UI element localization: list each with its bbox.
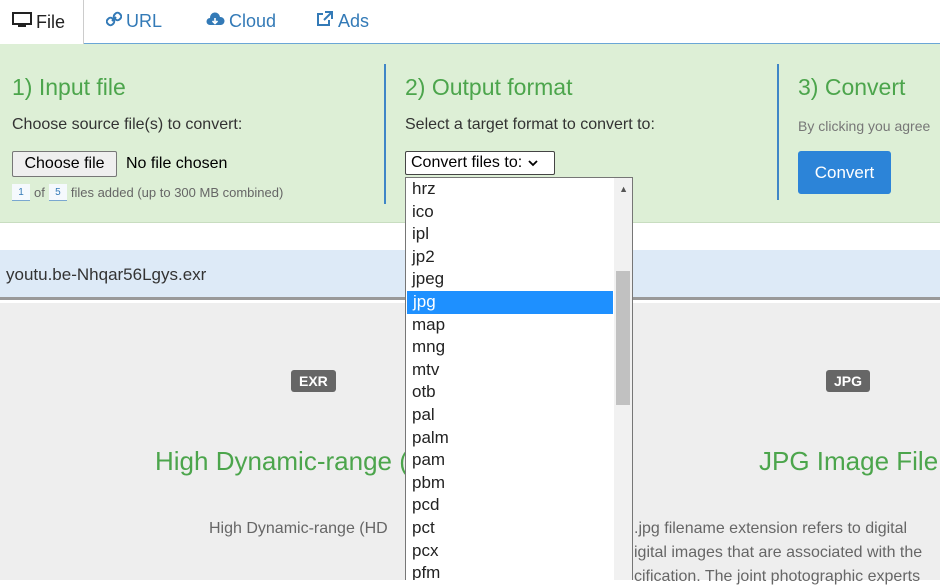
format-option-pal[interactable]: pal xyxy=(406,404,606,427)
step-input-title: 1) Input file xyxy=(12,74,126,100)
file-count: 1 of 5 files added (up to 300 MB combine… xyxy=(12,184,283,201)
exr-badge: EXR xyxy=(291,370,336,392)
format-dropdown-list[interactable]: hrz ico ipl jp2 jpeg jpg map mng mtv otb pal palm pa… xyxy=(405,177,633,580)
tab-url[interactable]: URL xyxy=(105,0,163,43)
jpg-badge: JPG xyxy=(826,370,871,392)
format-option-ipl[interactable]: ipl xyxy=(406,223,606,246)
tab-file-label: File xyxy=(36,11,66,32)
jpg-description-line-2: igital images that are associated with t… xyxy=(634,544,923,561)
format-option-mng[interactable]: mng xyxy=(406,336,606,359)
exr-title: High Dynamic-range ( xyxy=(155,446,408,476)
scroll-up-icon[interactable]: ▲ xyxy=(619,184,628,194)
link-icon xyxy=(105,11,123,32)
tab-cloud[interactable]: Cloud xyxy=(205,0,276,43)
cloud-download-icon xyxy=(205,11,225,32)
format-option-map[interactable]: map xyxy=(406,314,606,337)
scrollbar-thumb[interactable] xyxy=(616,271,630,405)
no-file-chosen-label: No file chosen xyxy=(126,155,228,172)
tab-bar: File URL Cloud Ads xyxy=(0,0,940,44)
format-select-value: Convert files to: xyxy=(411,154,523,171)
chevron-down-icon xyxy=(528,156,538,170)
format-option-jpg[interactable]: jpg xyxy=(407,290,613,314)
choose-file-button[interactable]: Choose file xyxy=(12,151,117,177)
format-select[interactable]: Convert files to: xyxy=(405,151,555,175)
external-link-icon xyxy=(316,11,334,32)
format-option-pct[interactable]: pct xyxy=(406,517,606,540)
step-output-text: Select a target format to convert to: xyxy=(405,116,655,133)
format-options: hrz ico ipl jp2 jpeg jpg map mng mtv otb pal palm pa… xyxy=(406,178,632,580)
format-option-ico[interactable]: ico xyxy=(406,201,606,224)
jpg-title: JPG Image File xyxy=(759,446,939,476)
tab-ads-label: Ads xyxy=(338,11,370,31)
monitor-icon xyxy=(12,11,32,33)
tab-cloud-label: Cloud xyxy=(229,11,277,31)
column-divider xyxy=(384,64,386,204)
dropdown-scrollbar[interactable]: ▲ xyxy=(614,178,632,580)
format-option-jpeg[interactable]: jpeg xyxy=(406,268,606,291)
format-option-pam[interactable]: pam xyxy=(406,449,606,472)
tab-file[interactable]: File xyxy=(0,0,84,44)
step-convert-title: 3) Convert xyxy=(798,74,906,100)
agree-text: By clicking you agree xyxy=(798,118,931,134)
format-option-pbm[interactable]: pbm xyxy=(406,472,606,495)
format-option-jp2[interactable]: jp2 xyxy=(406,246,606,269)
file-name: youtu.be-Nhqar56Lgys.exr xyxy=(6,265,207,284)
jpg-description-line-1: .jpg filename extension refers to digita… xyxy=(634,520,908,537)
format-option-pcx[interactable]: pcx xyxy=(406,540,606,563)
format-option-pfm[interactable]: pfm xyxy=(406,562,606,580)
file-count-current: 1 xyxy=(12,184,30,201)
jpg-description-line-3: cification. The joint photographic exper… xyxy=(634,568,921,585)
exr-description: High Dynamic-range (HD xyxy=(209,520,388,537)
column-divider xyxy=(777,64,779,200)
step-input-text: Choose source file(s) to convert: xyxy=(12,116,243,133)
tab-url-label: URL xyxy=(126,11,163,31)
format-option-pcd[interactable]: pcd xyxy=(406,494,606,517)
file-count-of: of xyxy=(34,185,45,200)
file-count-suffix: files added (up to 300 MB combined) xyxy=(70,185,284,200)
file-count-total: 5 xyxy=(48,184,67,201)
tab-ads[interactable]: Ads xyxy=(316,0,369,43)
convert-button[interactable]: Convert xyxy=(798,151,891,194)
step-output-title: 2) Output format xyxy=(405,74,573,100)
format-option-hrz[interactable]: hrz xyxy=(406,178,606,201)
format-option-otb[interactable]: otb xyxy=(406,381,606,404)
format-option-mtv[interactable]: mtv xyxy=(406,359,606,382)
format-option-palm[interactable]: palm xyxy=(406,427,606,450)
